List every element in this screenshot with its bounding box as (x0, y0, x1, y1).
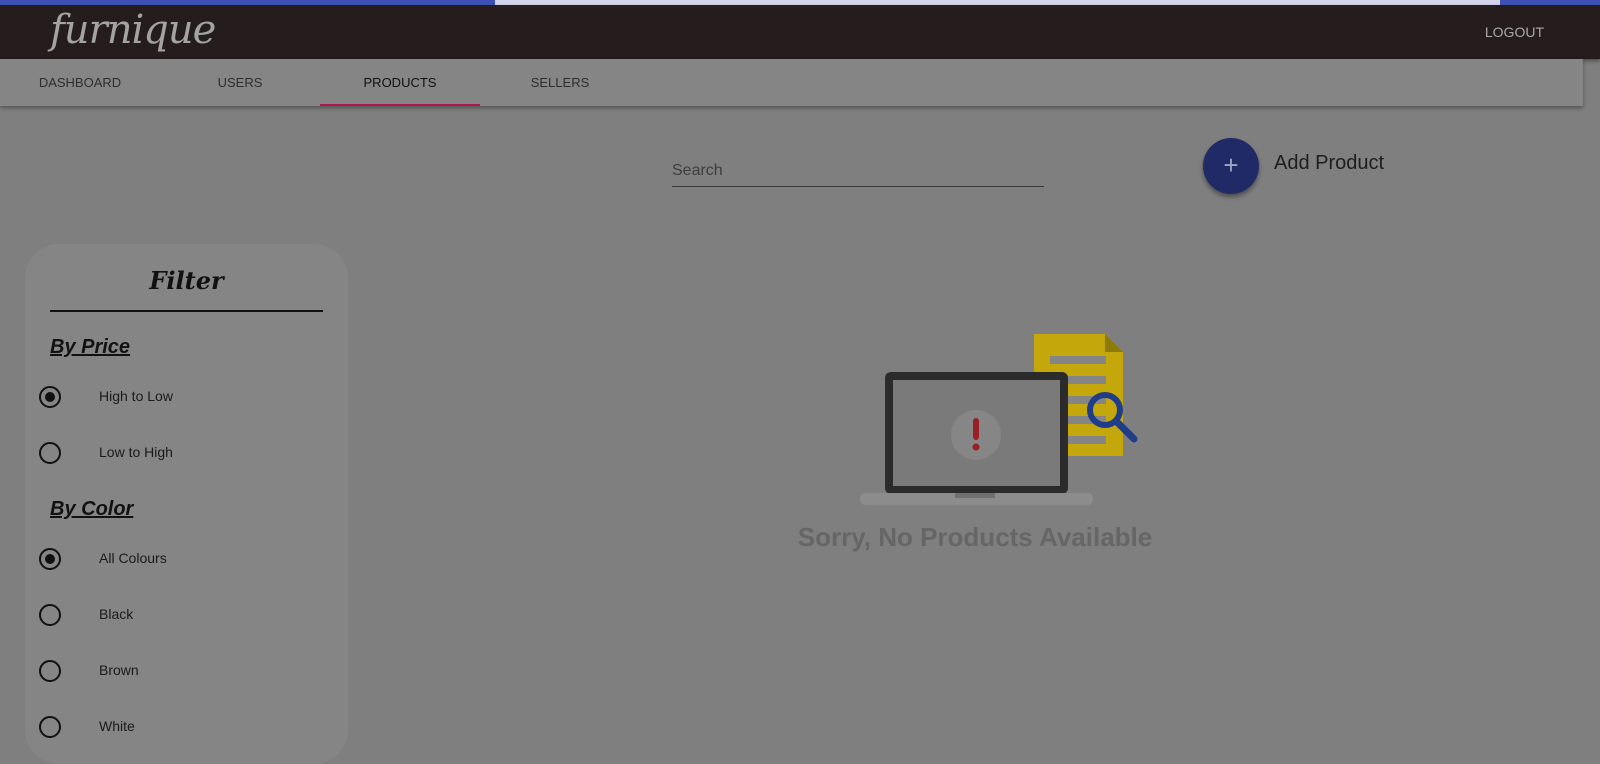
add-product-label[interactable]: Add Product (1274, 152, 1384, 175)
option-label: Black (99, 606, 134, 622)
app-header: furnique LOGOUT (0, 5, 1600, 59)
nav-tabs: DASHBOARD USERS PRODUCTS SELLERS (0, 59, 1583, 106)
radio-unchecked-icon[interactable] (39, 442, 61, 464)
filter-panel: Filter By Price High to Low Low to High … (25, 244, 348, 764)
radio-unchecked-icon[interactable] (39, 604, 61, 626)
by-color-heading: By Color (50, 498, 134, 520)
search-field (672, 155, 1044, 187)
option-label: High to Low (99, 388, 173, 404)
radio-unchecked-icon[interactable] (39, 716, 61, 738)
no-products-illustration-icon (860, 334, 1138, 505)
tab-sellers[interactable]: SELLERS (480, 59, 640, 106)
option-label: Low to High (99, 444, 173, 460)
filter-title: Filter (149, 266, 224, 295)
by-price-heading: By Price (50, 336, 131, 358)
option-label: Brown (99, 662, 139, 678)
radio-checked-icon[interactable] (39, 386, 61, 408)
option-label: All Colours (99, 550, 167, 566)
search-input[interactable] (672, 155, 1044, 186)
brand-logo[interactable]: furnique (50, 7, 216, 53)
empty-state-message: Sorry, No Products Available (797, 522, 1153, 552)
tab-products[interactable]: PRODUCTS (320, 59, 480, 106)
add-product-button[interactable]: + (1203, 138, 1259, 194)
tab-dashboard[interactable]: DASHBOARD (0, 59, 160, 106)
logout-button[interactable]: LOGOUT (1485, 24, 1544, 40)
tab-users[interactable]: USERS (160, 59, 320, 106)
radio-checked-icon[interactable] (39, 548, 61, 570)
filter-divider (50, 310, 323, 312)
option-label: White (99, 718, 135, 734)
radio-unchecked-icon[interactable] (39, 660, 61, 682)
